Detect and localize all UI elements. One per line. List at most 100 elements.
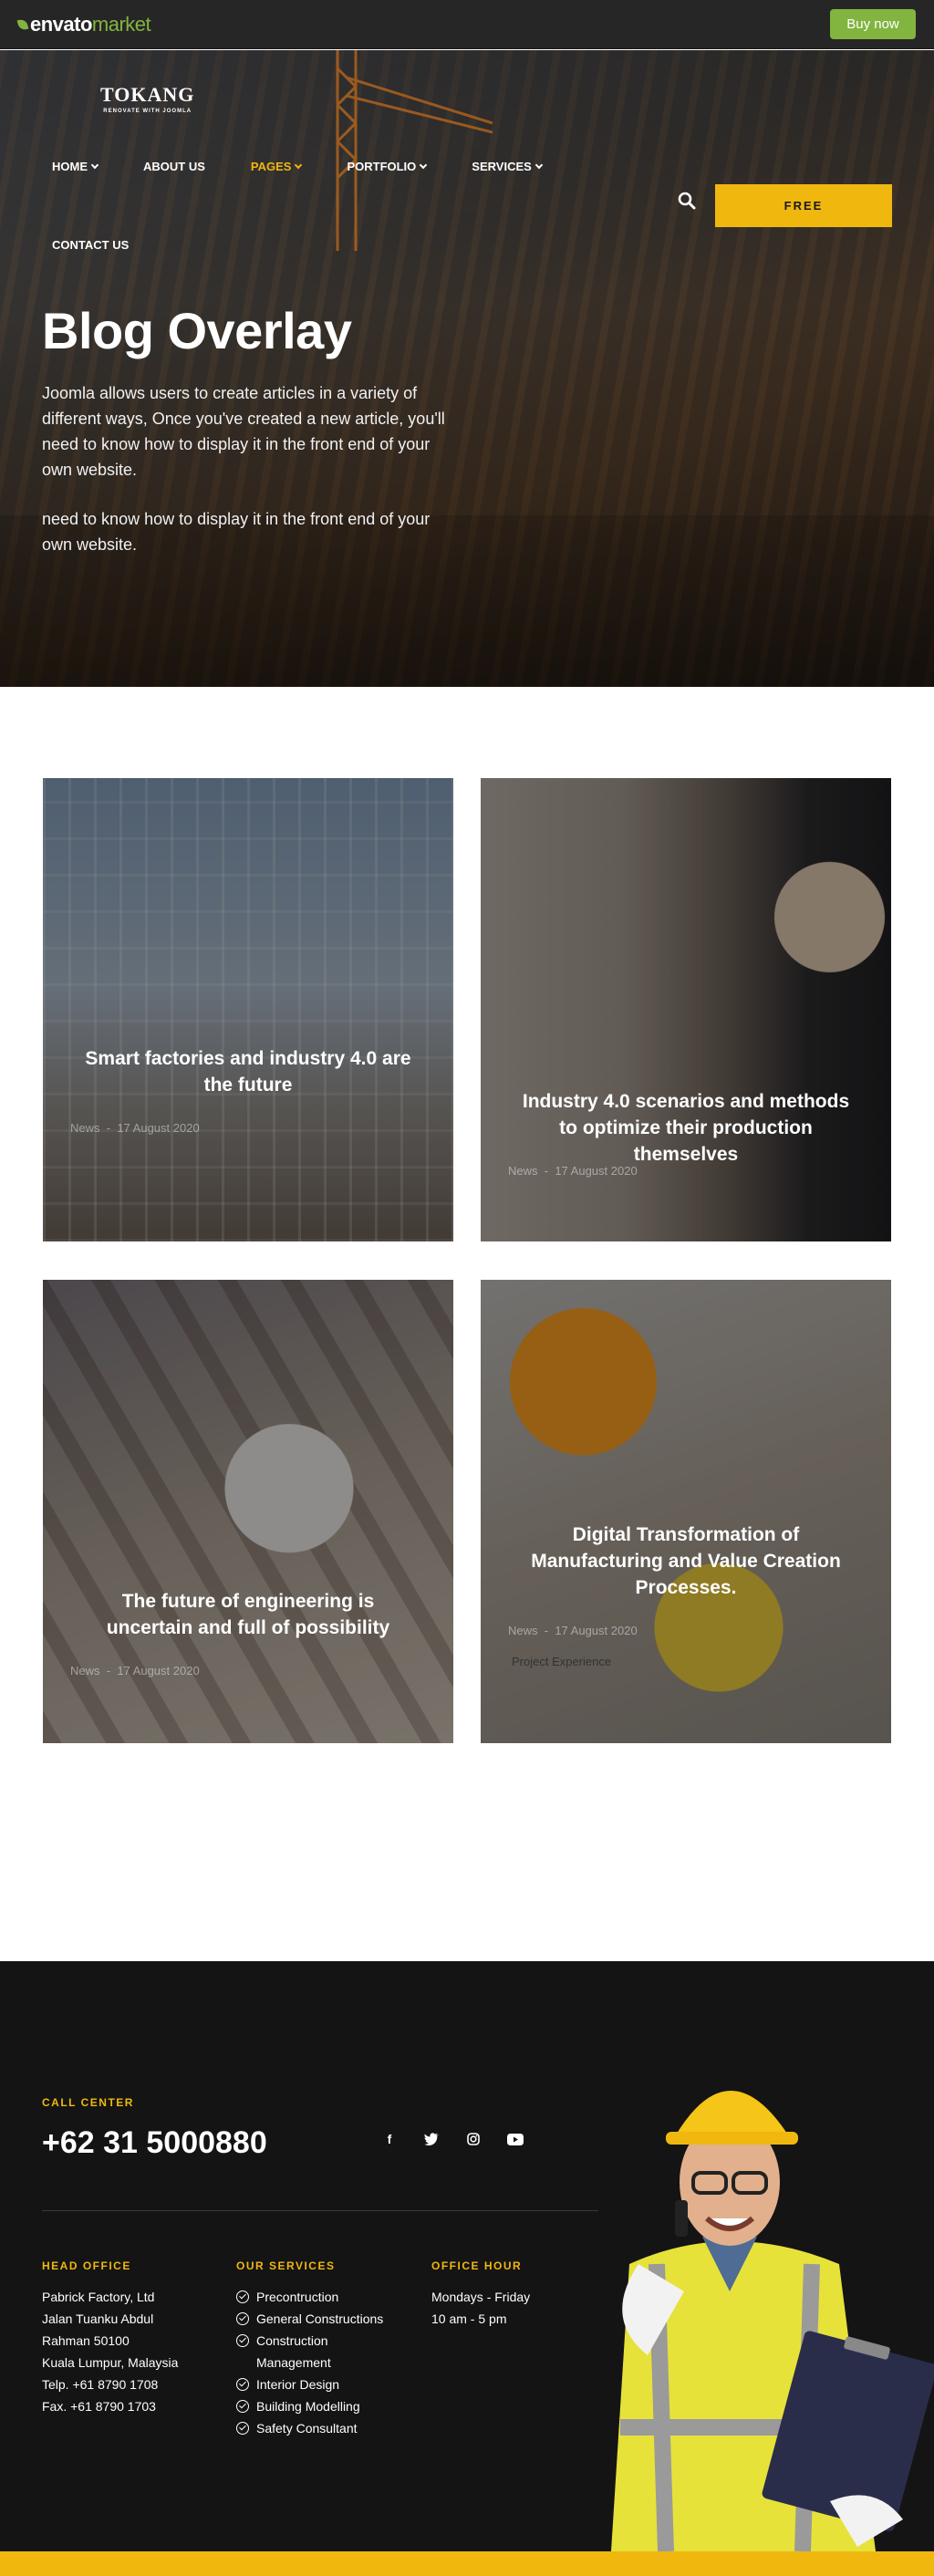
nav-item-home[interactable]: HOME	[52, 160, 99, 173]
card-meta: News - 17 August 2020	[70, 1664, 200, 1678]
footer-accent-stripe	[0, 2551, 934, 2576]
brand-logo[interactable]: TOKANG RENOVATE WITH JOOMLA	[100, 83, 194, 114]
nav-item-pages[interactable]: PAGES	[250, 160, 303, 173]
card-meta: News - 17 August 2020	[508, 1624, 638, 1637]
service-item[interactable]: General Constructions	[236, 2308, 419, 2330]
main-nav: HOME ABOUT US PAGES PORTFOLIO SERVICES	[52, 160, 587, 173]
office-time: 10 am - 5 pm	[431, 2311, 507, 2326]
facebook-icon[interactable]: f	[379, 2128, 400, 2150]
service-label: Safety Consultant	[256, 2421, 358, 2436]
search-icon	[678, 192, 696, 210]
nav-item-label: PORTFOLIO	[347, 160, 417, 173]
telephone-line: Telp. +61 8790 1708	[42, 2377, 159, 2392]
search-button[interactable]	[672, 186, 701, 215]
card-date: 17 August 2020	[555, 1164, 638, 1178]
meta-separator: -	[541, 1164, 555, 1178]
card-category[interactable]: News	[508, 1164, 538, 1178]
service-label: Precontruction	[256, 2290, 339, 2304]
card-overlay	[481, 1280, 891, 1743]
office-hours: Mondays - Friday 10 am - 5 pm	[431, 2286, 530, 2330]
chevron-down-icon	[90, 161, 99, 169]
service-item[interactable]: Precontruction	[236, 2286, 419, 2308]
chevron-down-icon	[534, 161, 544, 169]
instagram-icon[interactable]	[462, 2128, 484, 2150]
footer-divider	[42, 2210, 598, 2211]
service-label: General Constructions	[256, 2311, 384, 2326]
service-label: Construction Management	[256, 2333, 331, 2370]
hero-description-repeat: need to know how to display it in the fr…	[42, 510, 431, 554]
service-item[interactable]: Interior Design	[236, 2373, 419, 2395]
address-line: Pabrick Factory, Ltd	[42, 2290, 155, 2304]
call-center-label: CALL CENTER	[42, 2096, 134, 2109]
service-item[interactable]: Safety Consultant	[236, 2417, 419, 2439]
services-list: Precontruction General Constructions Con…	[236, 2286, 419, 2439]
check-circle-icon	[236, 2422, 249, 2435]
buy-now-button[interactable]: Buy now	[830, 9, 916, 39]
nav-item-about-us[interactable]: ABOUT US	[143, 160, 205, 173]
head-office-label: HEAD OFFICE	[42, 2259, 131, 2272]
service-label: Interior Design	[256, 2377, 340, 2392]
envato-leaf-icon	[16, 17, 29, 32]
crane-illustration	[336, 50, 493, 251]
card-category[interactable]: News	[70, 1664, 100, 1678]
card-meta: News - 17 August 2020	[508, 1164, 638, 1178]
address-line: Kuala Lumpur, Malaysia	[42, 2355, 179, 2370]
nav-item-label: ABOUT US	[143, 160, 205, 173]
brand-tagline: RENOVATE WITH JOOMLA	[103, 109, 192, 114]
envato-logo[interactable]: envato market	[16, 13, 151, 36]
address-line: Rahman 50100	[42, 2333, 130, 2348]
hero-description: Joomla allows users to create articles i…	[42, 384, 445, 479]
free-button[interactable]: FREE	[715, 184, 892, 227]
hero-section: TOKANG RENOVATE WITH JOOMLA HOME ABOUT U…	[0, 50, 934, 687]
card-category[interactable]: News	[508, 1624, 538, 1637]
envato-logo-text: envato	[30, 13, 92, 36]
blog-card[interactable]: The future of engineering is uncertain a…	[43, 1280, 453, 1743]
card-overlay	[43, 778, 453, 1241]
market-logo-text: market	[91, 13, 151, 36]
card-title[interactable]: Smart factories and industry 4.0 are the…	[79, 1045, 417, 1098]
site-footer: CALL CENTER +62 31 5000880 f HEAD OFFICE…	[0, 1961, 934, 2551]
card-date: 17 August 2020	[117, 1121, 200, 1135]
check-circle-icon	[236, 2312, 249, 2325]
phone-number[interactable]: +62 31 5000880	[42, 2125, 267, 2161]
chevron-down-icon	[295, 161, 303, 169]
head-office-address: Pabrick Factory, Ltd Jalan Tuanku Abdul …	[42, 2286, 178, 2417]
card-extra-text: Project Experience	[512, 1655, 612, 1668]
check-circle-icon	[236, 2334, 249, 2347]
nav-item-label: HOME	[52, 160, 88, 173]
card-date: 17 August 2020	[117, 1664, 200, 1678]
meta-separator: -	[103, 1664, 118, 1678]
service-item[interactable]: Construction Management	[236, 2330, 419, 2373]
nav-item-contact-us[interactable]: CONTACT US	[52, 238, 129, 252]
service-item[interactable]: Building Modelling	[236, 2395, 419, 2417]
blog-card[interactable]: Industry 4.0 scenarios and methods to op…	[481, 778, 891, 1241]
service-label: Building Modelling	[256, 2399, 360, 2414]
fax-line: Fax. +61 8790 1703	[42, 2399, 156, 2414]
meta-separator: -	[103, 1121, 118, 1135]
social-links: f	[379, 2128, 526, 2150]
card-title[interactable]: The future of engineering is uncertain a…	[79, 1588, 417, 1641]
check-circle-icon	[236, 2290, 249, 2303]
blog-card[interactable]: Smart factories and industry 4.0 are the…	[43, 778, 453, 1241]
nav-item-portfolio[interactable]: PORTFOLIO	[347, 160, 428, 173]
card-category[interactable]: News	[70, 1121, 100, 1135]
services-label: OUR SERVICES	[236, 2259, 336, 2272]
worker-illustration	[611, 2091, 934, 2551]
check-circle-icon	[236, 2400, 249, 2413]
address-line: Jalan Tuanku Abdul	[42, 2311, 154, 2326]
chevron-down-icon	[420, 161, 428, 169]
office-days: Mondays - Friday	[431, 2290, 531, 2304]
nav-item-services[interactable]: SERVICES	[472, 160, 544, 173]
card-meta: News - 17 August 2020	[70, 1121, 200, 1135]
meta-separator: -	[541, 1624, 555, 1637]
page-title: Blog Overlay	[42, 302, 352, 359]
nav-item-label: PAGES	[250, 160, 292, 173]
card-title[interactable]: Industry 4.0 scenarios and methods to op…	[517, 1088, 855, 1168]
check-circle-icon	[236, 2378, 249, 2391]
blog-card[interactable]: Digital Transformation of Manufacturing …	[481, 1280, 891, 1743]
card-date: 17 August 2020	[555, 1624, 638, 1637]
card-title[interactable]: Digital Transformation of Manufacturing …	[517, 1522, 855, 1601]
twitter-icon[interactable]	[420, 2128, 442, 2150]
youtube-icon[interactable]	[504, 2128, 526, 2150]
brand-name: TOKANG	[100, 83, 195, 106]
